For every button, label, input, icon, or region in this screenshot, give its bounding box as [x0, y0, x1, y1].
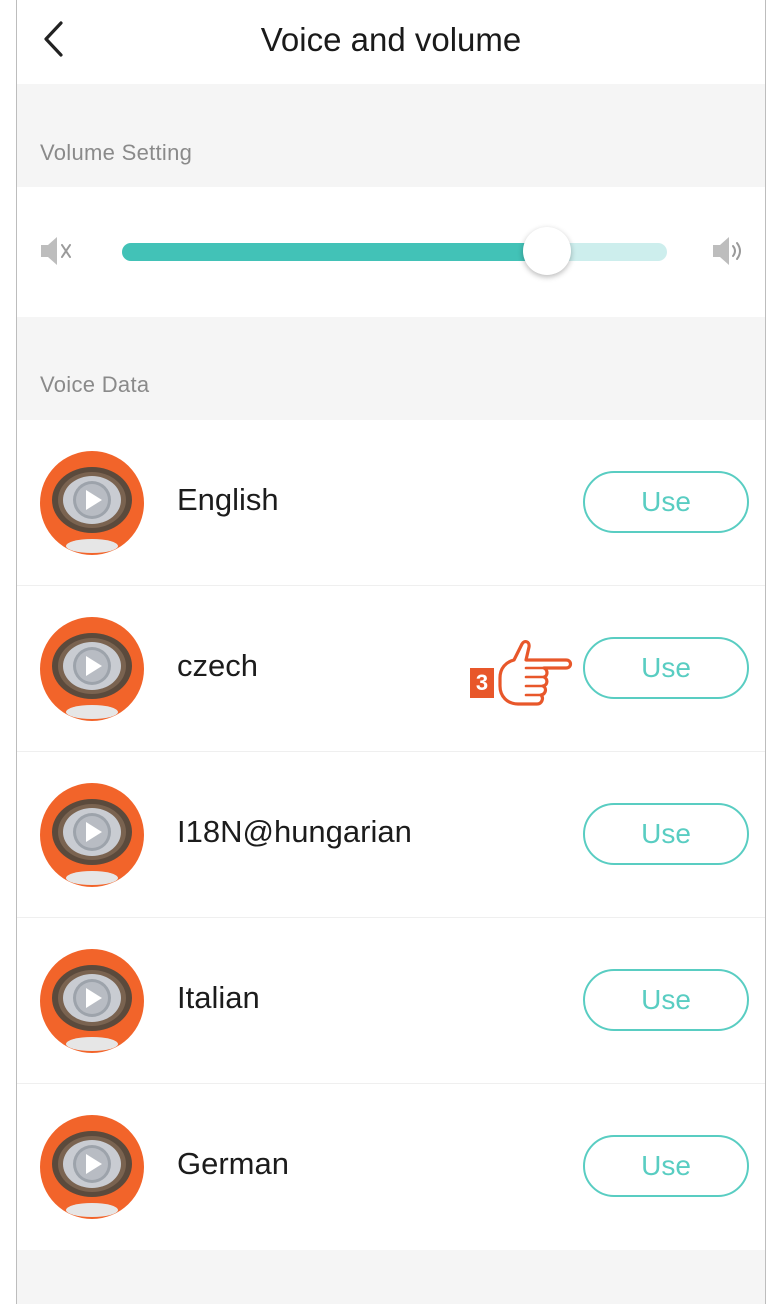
volume-slider-thumb[interactable] — [523, 227, 572, 275]
voice-name: czech — [177, 648, 258, 683]
use-button[interactable]: Use — [583, 637, 749, 699]
voice-section-label: Voice Data — [40, 372, 150, 397]
volume-up-icon[interactable] — [711, 233, 745, 269]
step-callout: 3 — [470, 630, 580, 720]
voice-play-icon[interactable] — [39, 782, 145, 888]
voice-name: English — [177, 482, 279, 517]
voice-list: English Use czech Use I18N@hungarian Use Itali… — [17, 420, 765, 1250]
voice-play-icon[interactable] — [39, 1114, 145, 1220]
voice-item: czech Use — [17, 586, 765, 752]
phone-screen: Voice and volume Volume Setting Voice Da… — [16, 0, 766, 1304]
voice-item: Italian Use — [17, 918, 765, 1084]
voice-item: English Use — [17, 420, 765, 586]
use-button[interactable]: Use — [583, 471, 749, 533]
use-button[interactable]: Use — [583, 969, 749, 1031]
voice-play-icon[interactable] — [39, 616, 145, 722]
pointing-hand-icon — [498, 640, 573, 706]
volume-slider-fill — [122, 243, 548, 261]
step-badge: 3 — [470, 668, 494, 698]
volume-section-label: Volume Setting — [40, 140, 193, 165]
page-title: Voice and volume — [260, 21, 522, 58]
voice-play-icon[interactable] — [39, 948, 145, 1054]
voice-item: German Use — [17, 1084, 765, 1250]
volume-slider[interactable] — [122, 227, 667, 275]
voice-play-icon[interactable] — [39, 450, 145, 556]
volume-panel — [17, 187, 765, 317]
header-bar: Voice and volume — [17, 0, 765, 84]
voice-name: Italian — [177, 980, 260, 1015]
voice-item: I18N@hungarian Use — [17, 752, 765, 918]
use-button[interactable]: Use — [583, 1135, 749, 1197]
volume-mute-icon[interactable] — [39, 233, 73, 269]
use-button[interactable]: Use — [583, 803, 749, 865]
voice-name: German — [177, 1146, 289, 1181]
voice-name: I18N@hungarian — [177, 814, 412, 849]
